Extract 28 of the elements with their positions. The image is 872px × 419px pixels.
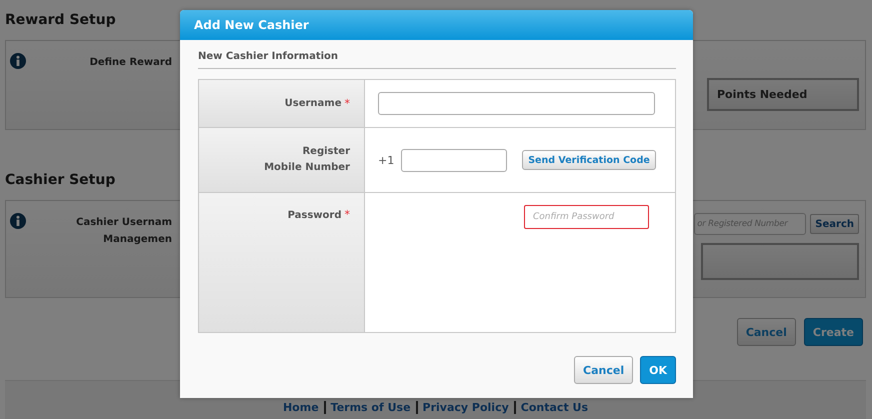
section-title: Cashier Setup: [5, 171, 116, 190]
search-button[interactable]: Search: [810, 214, 859, 234]
confirm-password-field[interactable]: Confirm Password: [524, 205, 649, 229]
field-label: Password: [288, 209, 342, 223]
info-icon: [10, 53, 26, 69]
footer-link[interactable]: Privacy Policy: [418, 401, 516, 414]
footer-link[interactable]: Terms of Use: [326, 401, 418, 414]
section-heading: New Cashier Information: [198, 50, 676, 69]
country-code: +1: [378, 154, 394, 166]
panel-label: Cashier Usernam Managemen: [75, 216, 172, 247]
field-label: Username: [284, 96, 342, 110]
cancel-button[interactable]: Cancel: [574, 356, 634, 384]
required-mark: *: [344, 96, 350, 110]
footer-link[interactable]: Home: [278, 401, 326, 414]
dialog-title: Add New Cashier: [180, 10, 693, 40]
section-title: Reward Setup: [5, 11, 116, 30]
panel-label: Define Reward: [88, 56, 172, 70]
phone-field[interactable]: [401, 148, 508, 172]
cancel-button[interactable]: Cancel: [736, 318, 796, 346]
primary-button[interactable]: Create: [804, 318, 863, 346]
footer-link[interactable]: Contact Us: [516, 401, 594, 414]
info-icon: [10, 213, 26, 229]
primary-button[interactable]: OK: [640, 356, 676, 384]
send-code-button[interactable]: Send Verification Code: [522, 150, 656, 170]
field-label: Register Mobile Number: [264, 145, 350, 175]
column-header: Points Needed: [707, 78, 859, 111]
required-mark: *: [344, 208, 350, 222]
username-field[interactable]: [378, 92, 655, 115]
